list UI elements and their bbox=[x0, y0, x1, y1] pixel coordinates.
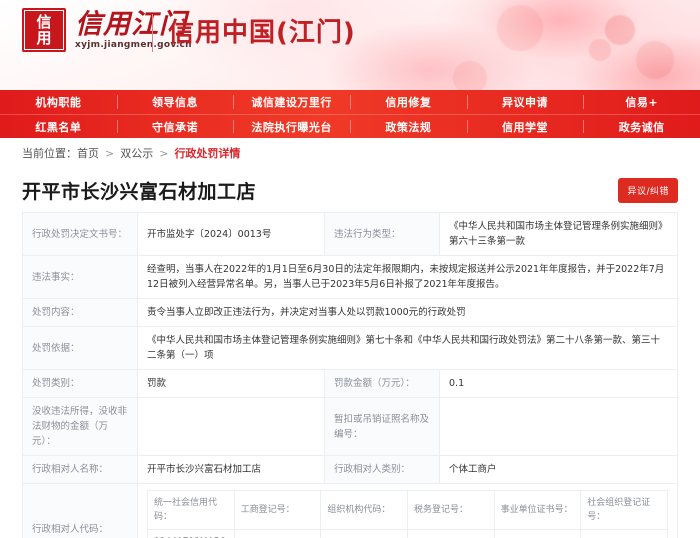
label-violation-facts: 违法事实： bbox=[22, 255, 138, 299]
label-penalty-category: 处罚类别： bbox=[22, 369, 138, 398]
nav-item-xinyongxuetang[interactable]: 信用学堂 bbox=[466, 115, 584, 138]
code-header-row: 统一社会信用代码： 工商登记号： 组织机构代码： 税务登记号： 事业单位证书号：… bbox=[147, 490, 668, 530]
nav-item-honghei-mingdan[interactable]: 红黑名单 bbox=[0, 115, 117, 138]
table-row-document-number: 行政处罚决定文书号： 开市监处字〔2024〕0013号 违法行为类型： 《中华人… bbox=[22, 212, 678, 256]
seal-char-top: 信 bbox=[36, 13, 52, 31]
label-business-registration: 工商登记号： bbox=[233, 490, 322, 530]
value-license-suspension bbox=[439, 397, 678, 456]
nav-item-shouxinchengnuo[interactable]: 守信承诺 bbox=[116, 115, 234, 138]
penalty-detail-panel: 行政处罚决定文书号： 开市监处字〔2024〕0013号 违法行为类型： 《中华人… bbox=[0, 212, 700, 538]
page-title: 开平市长沙兴富石材加工店 bbox=[22, 180, 257, 203]
nav-item-yiyishenqing[interactable]: 异议申请 bbox=[466, 90, 584, 114]
site-banner: 信 用 信用江门 xyjm.jiangmen.gov.cn 信用中国(江门) bbox=[0, 0, 700, 90]
label-confiscation-amount: 没收违法所得，没收非法财物的金额（万元）： bbox=[22, 397, 138, 456]
table-row-penalty-category: 处罚类别： 罚款 罚款金额（万元）： 0.1 bbox=[22, 369, 678, 398]
value-fine-amount: 0.1 bbox=[439, 369, 678, 398]
party-code-cell: 统一社会信用代码： 工商登记号： 组织机构代码： 税务登记号： 事业单位证书号：… bbox=[137, 483, 678, 538]
label-uscc: 统一社会信用代码： bbox=[147, 490, 235, 530]
value-business-registration bbox=[233, 529, 322, 538]
nav-item-lingdaoxinxi[interactable]: 领导信息 bbox=[116, 90, 234, 114]
value-penalty-basis: 《中华人民共和国市场主体登记管理条例实施细则》第七十条和《中华人民共和国行政处罚… bbox=[137, 326, 678, 370]
value-party-type: 个体工商户 bbox=[439, 455, 678, 484]
table-row-confiscation: 没收违法所得，没收非法财物的金额（万元）： 暂扣或吊销证照名称及编号： bbox=[22, 397, 678, 456]
table-row-violation-facts: 违法事实： 经查明，当事人在2022年的1月1日至6月30日的法定年报限期内，未… bbox=[22, 255, 678, 299]
label-party-code: 行政相对人代码： bbox=[22, 483, 138, 538]
value-penalty-content: 责令当事人立即改正违法行为，并决定对当事人处以罚款1000元的行政处罚 bbox=[137, 298, 678, 327]
breadcrumb-section[interactable]: 双公示 bbox=[120, 145, 153, 161]
value-institution-certificate bbox=[493, 529, 582, 538]
breadcrumb-separator-1: > bbox=[105, 146, 115, 160]
label-institution-certificate: 事业单位证书号： bbox=[493, 490, 582, 530]
value-penalty-category: 罚款 bbox=[137, 369, 325, 398]
value-organization-code bbox=[320, 529, 408, 538]
nav-item-xinyi-plus[interactable]: 信易+ bbox=[583, 90, 700, 114]
nav-row-2: 红黑名单 守信承诺 法院执行曝光台 政策法规 信用学堂 政务诚信 bbox=[0, 114, 700, 138]
value-confiscation-amount bbox=[137, 397, 325, 456]
label-violation-type: 违法行为类型： bbox=[324, 212, 440, 256]
label-penalty-basis: 处罚依据： bbox=[22, 326, 138, 370]
breadcrumb: 当前位置： 首页 > 双公示 > 行政处罚详情 bbox=[0, 138, 700, 168]
title-bar: 开平市长沙兴富石材加工店 异议/纠错 bbox=[0, 168, 700, 212]
label-organization-code: 组织机构代码： bbox=[320, 490, 408, 530]
site-title: 信用中国(江门) bbox=[168, 18, 356, 48]
value-party-name: 开平市长沙兴富石材加工店 bbox=[137, 455, 325, 484]
party-code-table: 统一社会信用代码： 工商登记号： 组织机构代码： 税务登记号： 事业单位证书号：… bbox=[147, 490, 668, 538]
label-license-suspension: 暂扣或吊销证照名称及编号： bbox=[324, 397, 440, 456]
label-penalty-content: 处罚内容： bbox=[22, 298, 138, 327]
breadcrumb-current: 行政处罚详情 bbox=[174, 147, 241, 160]
nav-item-fayuanzhixing[interactable]: 法院执行曝光台 bbox=[233, 115, 350, 138]
value-uscc: 92440703MA567ER0XU bbox=[147, 529, 235, 538]
site-logo[interactable]: 信 用 信用江门 xyjm.jiangmen.gov.cn bbox=[22, 8, 192, 52]
label-fine-amount: 罚款金额（万元）： bbox=[324, 369, 440, 398]
code-value-row: 92440703MA567ER0XU bbox=[147, 529, 668, 538]
table-row-penalty-basis: 处罚依据： 《中华人民共和国市场主体登记管理条例实施细则》第七十条和《中华人民共… bbox=[22, 326, 678, 370]
breadcrumb-separator-2: > bbox=[159, 146, 169, 160]
nav-item-jigouzhineng[interactable]: 机构职能 bbox=[0, 90, 117, 114]
value-violation-facts: 经查明，当事人在2022年的1月1日至6月30日的法定年报限期内，未按规定报送并… bbox=[137, 255, 678, 299]
seal-logo-icon: 信 用 bbox=[22, 8, 66, 52]
table-row-party-codes: 行政相对人代码： 统一社会信用代码： 工商登记号： 组织机构代码： 税务登记号：… bbox=[22, 483, 678, 538]
nav-item-zhengcefagui[interactable]: 政策法规 bbox=[350, 115, 467, 138]
nav-item-chengxinjianshe[interactable]: 诚信建设万里行 bbox=[233, 90, 350, 114]
value-violation-type: 《中华人民共和国市场主体登记管理条例实施细则》第六十三条第一款 bbox=[439, 212, 678, 256]
label-tax-registration: 税务登记号： bbox=[406, 490, 495, 530]
main-navigation: 机构职能 领导信息 诚信建设万里行 信用修复 异议申请 信易+ 红黑名单 守信承… bbox=[0, 90, 700, 138]
nav-row-1: 机构职能 领导信息 诚信建设万里行 信用修复 异议申请 信易+ bbox=[0, 90, 700, 114]
label-party-name: 行政相对人名称： bbox=[22, 455, 138, 484]
table-row-party-name: 行政相对人名称： 开平市长沙兴富石材加工店 行政相对人类别： 个体工商户 bbox=[22, 455, 678, 484]
table-row-penalty-content: 处罚内容： 责令当事人立即改正违法行为，并决定对当事人处以罚款1000元的行政处… bbox=[22, 298, 678, 327]
seal-char-bottom: 用 bbox=[36, 29, 52, 47]
nav-item-xinyongxiufu[interactable]: 信用修复 bbox=[350, 90, 467, 114]
objection-correction-button[interactable]: 异议/纠错 bbox=[618, 177, 678, 203]
value-tax-registration bbox=[406, 529, 495, 538]
label-party-type: 行政相对人类别： bbox=[324, 455, 440, 484]
nav-item-zhengwuchengxin[interactable]: 政务诚信 bbox=[583, 115, 700, 138]
value-social-org-certificate bbox=[580, 529, 668, 538]
breadcrumb-label: 当前位置： bbox=[22, 147, 77, 160]
breadcrumb-home[interactable]: 首页 bbox=[77, 145, 99, 161]
header-divider bbox=[152, 14, 153, 52]
label-social-org-certificate: 社会组织登记证号： bbox=[580, 490, 668, 530]
label-document-number: 行政处罚决定文书号： bbox=[22, 212, 138, 256]
penalty-detail-table: 行政处罚决定文书号： 开市监处字〔2024〕0013号 违法行为类型： 《中华人… bbox=[22, 212, 678, 538]
value-document-number: 开市监处字〔2024〕0013号 bbox=[137, 212, 325, 256]
